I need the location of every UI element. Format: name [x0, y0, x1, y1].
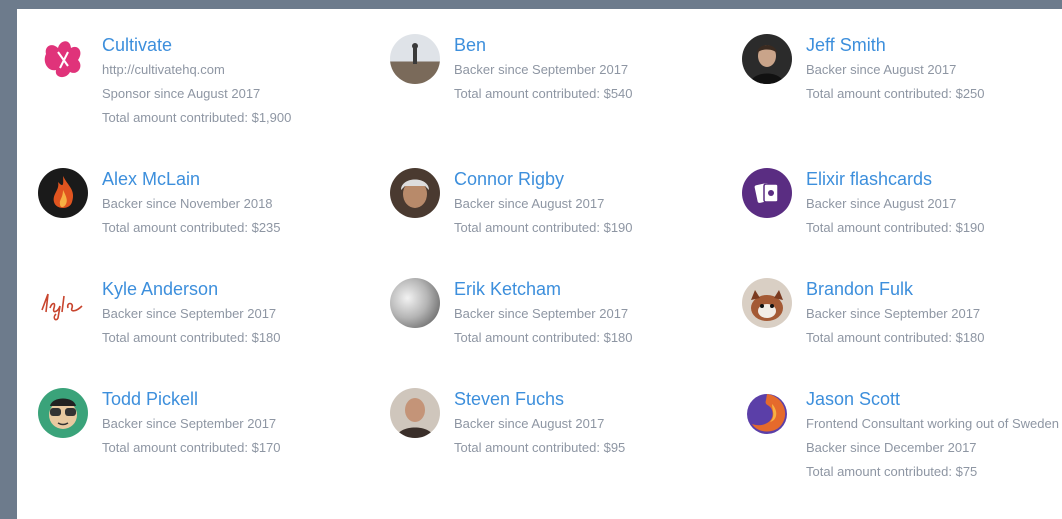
backer-name[interactable]: Jeff Smith: [806, 32, 985, 58]
backer-since: Backer since December 2017: [806, 440, 977, 455]
backer-since: Backer since September 2017: [102, 306, 277, 321]
person-photo-icon[interactable]: [742, 34, 792, 84]
person-photo-icon[interactable]: [390, 168, 440, 218]
backer-since: Backer since September 2017: [454, 306, 629, 321]
backer-total: Total amount contributed: $235: [102, 220, 281, 235]
backer-name[interactable]: Jason Scott: [806, 386, 1059, 412]
backer-name[interactable]: Steven Fuchs: [454, 386, 625, 412]
backer-since: Backer since August 2017: [454, 196, 605, 211]
backer-card: Kyle Anderson Backer since September 201…: [38, 253, 281, 350]
backer-since: Backer since August 2017: [806, 196, 957, 211]
signature-logo-icon[interactable]: [38, 278, 88, 328]
backer-total: Total amount contributed: $250: [806, 86, 985, 101]
backer-card: Jason Scott Frontend Consultant working …: [742, 363, 1059, 484]
backer-name[interactable]: Ben: [454, 32, 633, 58]
backer-total: Total amount contributed: $190: [806, 220, 985, 235]
backer-total: Total amount contributed: $1,900: [102, 110, 292, 125]
backer-card: Steven Fuchs Backer since August 2017 To…: [390, 363, 625, 460]
backer-card: Brandon Fulk Backer since September 2017…: [742, 253, 985, 350]
backer-name[interactable]: Connor Rigby: [454, 166, 633, 192]
flashcards-logo-icon[interactable]: [742, 168, 792, 218]
backer-card: Cultivate http://cultivatehq.com Sponsor…: [38, 9, 291, 130]
backer-card: Connor Rigby Backer since August 2017 To…: [390, 143, 633, 240]
backer-since: Backer since September 2017: [102, 416, 277, 431]
backer-name[interactable]: Elixir flashcards: [806, 166, 985, 192]
backer-total: Total amount contributed: $180: [102, 330, 281, 345]
backer-description: Frontend Consultant working out of Swede…: [806, 416, 1059, 431]
backer-description: http://cultivatehq.com: [102, 62, 225, 77]
backer-total: Total amount contributed: $95: [454, 440, 626, 455]
backer-card: Jeff Smith Backer since August 2017 Tota…: [742, 9, 985, 106]
backer-card: Alex McLain Backer since November 2018 T…: [38, 143, 281, 240]
cartoon-face-icon[interactable]: [38, 388, 88, 438]
person-photo-icon[interactable]: [390, 34, 440, 84]
cultivate-logo-icon[interactable]: [38, 34, 88, 84]
backers-panel: Cultivate http://cultivatehq.com Sponsor…: [17, 9, 1062, 519]
backer-since: Backer since September 2017: [454, 62, 629, 77]
backer-total: Total amount contributed: $180: [806, 330, 985, 345]
backer-card: Elixir flashcards Backer since August 20…: [742, 143, 985, 240]
backer-card: Todd Pickell Backer since September 2017…: [38, 363, 281, 460]
backer-card: Erik Ketcham Backer since September 2017…: [390, 253, 633, 350]
backer-total: Total amount contributed: $540: [454, 86, 633, 101]
backer-name[interactable]: Erik Ketcham: [454, 276, 633, 302]
backer-since: Backer since November 2018: [102, 196, 273, 211]
person-photo-icon[interactable]: [390, 278, 440, 328]
backer-since: Backer since August 2017: [454, 416, 605, 431]
backer-since: Sponsor since August 2017: [102, 86, 261, 101]
backer-name[interactable]: Todd Pickell: [102, 386, 281, 412]
backer-total: Total amount contributed: $190: [454, 220, 633, 235]
person-photo-icon[interactable]: [390, 388, 440, 438]
backer-since: Backer since September 2017: [806, 306, 981, 321]
backer-name[interactable]: Brandon Fulk: [806, 276, 985, 302]
backer-name[interactable]: Cultivate: [102, 32, 291, 58]
backer-name[interactable]: Alex McLain: [102, 166, 281, 192]
backer-total: Total amount contributed: $75: [806, 464, 978, 479]
firefox-logo-icon[interactable]: [742, 388, 792, 438]
backer-total: Total amount contributed: $180: [454, 330, 633, 345]
backer-card: Ben Backer since September 2017 Total am…: [390, 9, 633, 106]
backer-since: Backer since August 2017: [806, 62, 957, 77]
red-panda-photo-icon[interactable]: [742, 278, 792, 328]
backer-name[interactable]: Kyle Anderson: [102, 276, 281, 302]
fire-icon[interactable]: [38, 168, 88, 218]
backer-total: Total amount contributed: $170: [102, 440, 281, 455]
